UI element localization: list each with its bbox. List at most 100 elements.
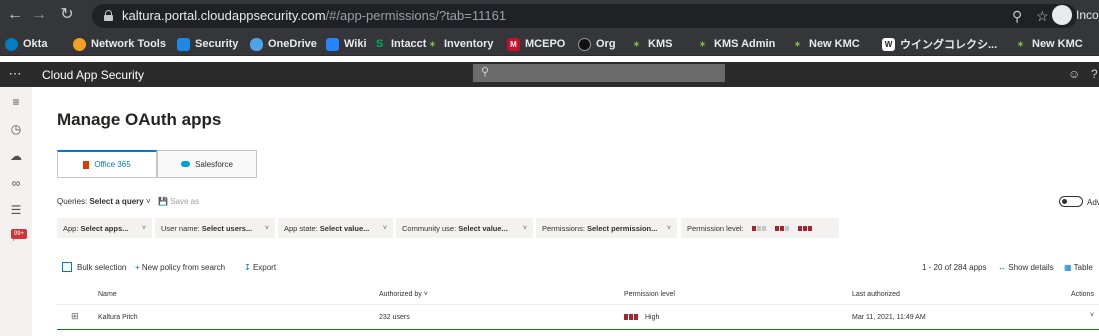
table-row-last-authorized: Mar 11, 2021, 11:49 AM <box>852 314 926 321</box>
filter-label: Permission level: <box>687 223 744 233</box>
filter-permissions[interactable]: Permissions: Select permission... ˅ <box>536 218 677 238</box>
bulk-selection-label[interactable]: Bulk selection <box>77 263 126 272</box>
bulk-selection-checkbox[interactable] <box>62 262 72 272</box>
cloud-icon[interactable]: ☁ <box>9 149 23 163</box>
kms-admin-icon: ✶ <box>699 39 706 49</box>
advanced-toggle[interactable] <box>1059 196 1083 207</box>
filter-label: App: <box>63 223 79 233</box>
filter-label: User name: <box>161 223 200 233</box>
bookmark-new-kmc[interactable]: ✶ New KMC <box>791 36 860 52</box>
bookmark-kms[interactable]: ✶ KMS <box>630 36 672 52</box>
dashboard-icon[interactable]: ◷ <box>9 122 23 136</box>
save-as-button[interactable]: 💾 Save as <box>158 197 199 206</box>
bookmark-intacct[interactable]: S Intacct <box>373 36 427 52</box>
permission-level-medium-option[interactable] <box>774 225 790 231</box>
filter-value: Select value... <box>458 223 508 233</box>
filter-user-name[interactable]: User name: Select users... ˅ <box>155 218 275 238</box>
help-icon[interactable]: ? <box>1091 67 1098 81</box>
queries-selector[interactable]: Queries: Select a query ˅ <box>57 197 151 206</box>
bookmark-okta[interactable]: Okta <box>5 36 47 52</box>
lock-icon <box>104 10 113 21</box>
address-bar[interactable]: kaltura.portal.cloudappsecurity.com/#/ap… <box>92 4 1077 28</box>
table-row-permission-level: High <box>645 314 660 321</box>
bookmark-wiki[interactable]: Wiki <box>326 36 367 52</box>
chevron-down-icon: ˅ <box>666 224 671 232</box>
url-host: kaltura.portal.cloudappsecurity.com <box>122 8 326 23</box>
bookmark-label: Okta <box>23 38 48 50</box>
incognito-icon[interactable] <box>1052 5 1072 25</box>
glasses-icon[interactable]: ∞ <box>9 176 23 190</box>
chevron-down-icon: ˅ <box>264 224 269 232</box>
bookmark-network-tools[interactable]: Network Tools <box>73 36 166 52</box>
forward-arrow-icon[interactable]: → <box>28 4 50 26</box>
chevron-down-icon: ˅ <box>145 197 151 206</box>
zoom-search-icon[interactable]: ⚲ <box>1012 7 1022 25</box>
bookmark-inventory[interactable]: ✶ Inventory <box>426 36 494 52</box>
column-header-last-authorized[interactable]: Last authorized <box>852 291 900 298</box>
tab-office-365[interactable]: Office 365 <box>57 150 157 178</box>
row-actions-icon[interactable]: ˅ <box>1090 312 1094 319</box>
bookmark-onedrive[interactable]: OneDrive <box>250 36 317 52</box>
bookmark-label: OneDrive <box>268 38 317 50</box>
bookmark-label: MCEPO <box>525 38 566 50</box>
permission-level-high-option[interactable] <box>797 225 813 231</box>
filter-value: Select permission... <box>586 223 658 233</box>
app-icon: ⊞ <box>71 311 79 321</box>
filter-value: Select apps... <box>80 223 129 233</box>
filter-label: Permissions: <box>542 223 585 233</box>
search-icon: ⚲ <box>481 66 490 78</box>
filter-app[interactable]: App: Select apps... ˅ <box>57 218 152 238</box>
back-arrow-icon[interactable]: ← <box>4 4 26 26</box>
chevron-down-icon: ˅ <box>141 224 146 232</box>
expand-arrows-icon: ↔ <box>998 263 1006 272</box>
smiley-icon[interactable]: ☺ <box>1068 67 1080 81</box>
hamburger-menu-icon[interactable]: ≡ <box>9 95 23 109</box>
profile-label: Inco <box>1076 8 1099 22</box>
bookmark-org[interactable]: Org <box>578 36 616 52</box>
global-search-input[interactable]: ⚲ <box>473 64 725 82</box>
new-policy-label: New policy from search <box>141 263 226 272</box>
bookmark-label: KMS Admin <box>714 38 776 50</box>
bookmark-label: Inventory <box>444 38 494 50</box>
tab-salesforce[interactable]: Salesforce <box>157 150 257 178</box>
okta-icon <box>5 37 18 51</box>
url-path: /#/app-permissions/?tab=11161 <box>325 8 507 23</box>
app-title[interactable]: Cloud App Security <box>42 68 144 82</box>
bookmarks-bar: Okta Network Tools Security OneDrive Wik… <box>0 32 1099 56</box>
export-button[interactable]: ↧ Export <box>244 263 276 272</box>
bookmark-label: Org <box>596 38 616 50</box>
new-kmc-icon: ✶ <box>1017 39 1024 49</box>
filter-community-use[interactable]: Community use: Select value... ˅ <box>396 218 533 238</box>
filter-value: Select users... <box>201 223 253 233</box>
new-policy-button[interactable]: + New policy from search <box>135 263 225 272</box>
control-sliders-icon[interactable]: ☰ <box>9 203 23 217</box>
table-row-app-name[interactable]: Kaltura Pitch <box>98 314 138 321</box>
bookmark-new-kmc-2[interactable]: ✶ New KMC <box>1014 36 1083 52</box>
inventory-icon: ✶ <box>429 39 436 49</box>
bookmark-label: KMS <box>648 38 673 50</box>
column-header-permission-level[interactable]: Permission level <box>624 291 675 298</box>
filter-app-state[interactable]: App state: Select value... ˅ <box>278 218 393 238</box>
bookmark-label: Security <box>195 38 239 50</box>
advanced-label: Adv <box>1087 198 1099 207</box>
row-divider <box>57 329 1099 330</box>
column-header-name[interactable]: Name <box>98 291 117 298</box>
star-icon[interactable]: ☆ <box>1036 7 1049 25</box>
alerts-count-badge: 99+ <box>11 229 27 239</box>
reload-icon[interactable]: ↻ <box>56 4 78 26</box>
permission-level-low-option[interactable] <box>751 225 767 231</box>
tab-label: Office 365 <box>94 160 131 169</box>
app-launcher-icon[interactable]: ⋯ <box>8 67 22 81</box>
column-header-authorized-by[interactable]: Authorized by ˅ <box>379 291 428 298</box>
bookmark-wing[interactable]: W ウイングコレクシ... <box>882 36 997 52</box>
table-row-authorized-by[interactable]: 232 users <box>379 314 410 321</box>
save-as-label: Save as <box>170 197 200 206</box>
wiki-icon <box>326 37 339 51</box>
bookmark-security[interactable]: Security <box>177 36 238 52</box>
bookmark-kms-admin[interactable]: ✶ KMS Admin <box>696 36 775 52</box>
table-view-button[interactable]: ▦ Table <box>1064 263 1093 272</box>
show-details-button[interactable]: ↔ Show details <box>998 263 1054 272</box>
queries-label: Queries: <box>57 197 88 206</box>
browser-toolbar: ← → ↻ kaltura.portal.cloudappsecurity.co… <box>0 0 1099 32</box>
bookmark-mcepo[interactable]: M MCEPO <box>507 36 565 52</box>
